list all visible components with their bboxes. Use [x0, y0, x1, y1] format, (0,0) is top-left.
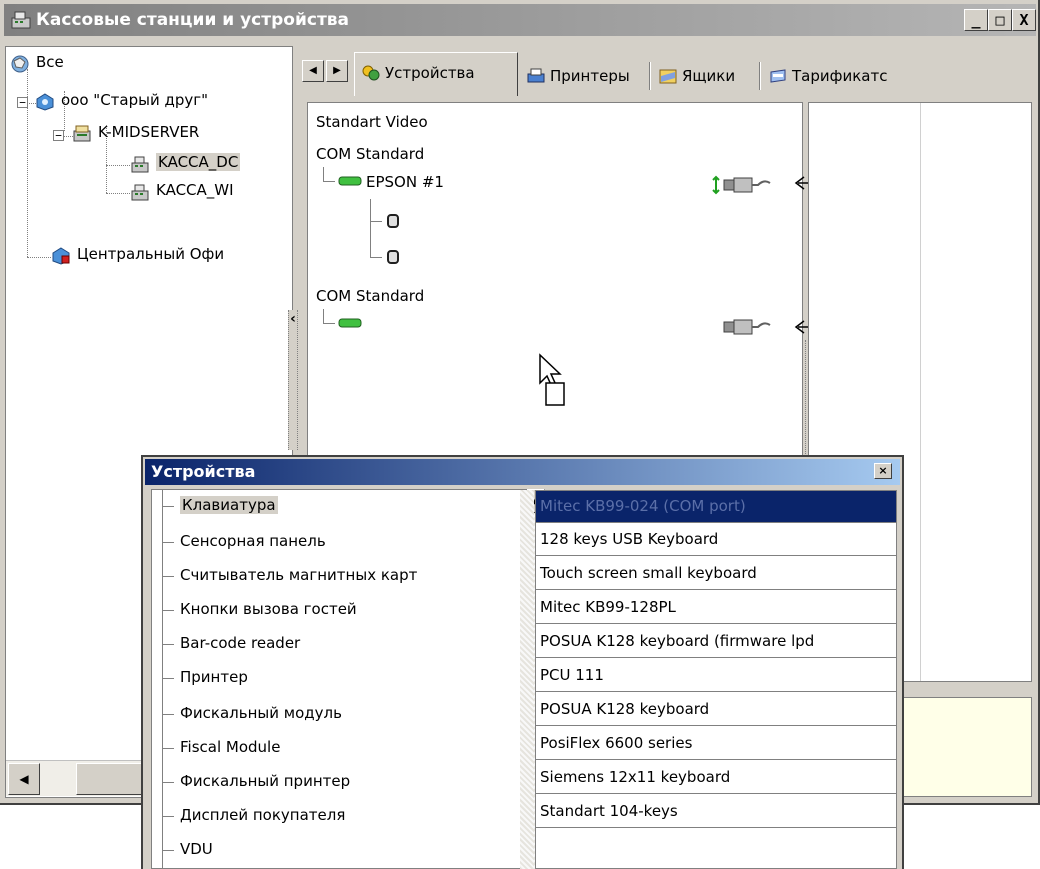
keyboard-model-list[interactable]: Mitec KB99-024 (COM port) 128 keys USB K…: [535, 490, 897, 869]
tree-item-register-2[interactable]: KACCA_WI: [130, 181, 292, 205]
device-line: EPSON #1: [366, 173, 444, 191]
keyboard-item[interactable]: POSUA K128 keyboard (firmware lpd: [536, 626, 896, 658]
tab-label: Устройства: [385, 64, 475, 82]
device-line: Standart Video: [316, 113, 428, 131]
dialog-title: Устройства: [151, 462, 256, 481]
tree-item-label: KACCA_DC: [156, 153, 241, 171]
keyboard-item[interactable]: 128 keys USB Keyboard: [536, 524, 896, 556]
tree-item-company[interactable]: ооо "Старый друг": [35, 91, 292, 113]
tree-item-all[interactable]: Все: [10, 53, 270, 75]
tree-item-label: KACCA_WI: [156, 181, 234, 199]
tab-scroll-right-button[interactable]: ▶: [326, 60, 348, 82]
tree-item-label: Центральный Офи: [77, 245, 225, 263]
server-icon: [73, 125, 91, 142]
cash-register-icon: [11, 11, 31, 29]
dialog-splitter[interactable]: [520, 490, 534, 869]
company-icon: [36, 93, 54, 111]
devices-icon: [362, 65, 380, 81]
keyboard-item[interactable]: Mitec KB99-024 (COM port): [536, 491, 896, 523]
mouse-cursor-icon: [539, 353, 565, 406]
keyboard-item[interactable]: Touch screen small keyboard: [536, 558, 896, 590]
device-category-list[interactable]: Клавиатура Сенсорная панель Считыватель …: [151, 489, 527, 869]
tab-label: Принтеры: [550, 67, 630, 85]
com-port-icon: [338, 318, 362, 328]
com-port-icon: [338, 176, 362, 186]
dialog-close-button[interactable]: ×: [874, 463, 892, 479]
close-button[interactable]: X: [1012, 9, 1036, 31]
keyboard-item[interactable]: PCU 111: [536, 660, 896, 692]
keyboard-item[interactable]: PosiFlex 6600 series: [536, 728, 896, 760]
drawer-slot-icon: [387, 214, 399, 228]
globe-icon: [11, 55, 29, 73]
tab-strip: ◀ ▶ Устройства Принтеры Ящики Тарификатс: [298, 52, 1040, 100]
tab-label: Ящики: [682, 67, 736, 85]
tree-item-server[interactable]: K-MIDSERVER: [72, 123, 292, 145]
left-splitter[interactable]: ‹: [288, 310, 298, 450]
cash-register-icon: [131, 184, 149, 201]
drawer-slot-icon: [387, 250, 399, 264]
tree-item-label: K-MIDSERVER: [98, 123, 200, 141]
minimize-button[interactable]: _: [964, 9, 988, 31]
tab-devices[interactable]: Устройства: [354, 52, 518, 96]
tree-item-central-office[interactable]: Центральный Офи: [51, 245, 292, 269]
tab-label: Тарификатс: [792, 67, 888, 85]
office-icon: [52, 247, 70, 265]
title-bar[interactable]: Кассовые станции и устройства _ □ X: [4, 4, 1036, 36]
tab-tariffs[interactable]: Тарификатс: [762, 56, 1038, 96]
drawer-icon: [659, 69, 677, 84]
tab-scroll-left-button[interactable]: ◀: [302, 60, 324, 82]
printer-icon: [527, 68, 545, 83]
device-line: COM Standard: [316, 145, 425, 163]
collapse-toggle[interactable]: −: [17, 97, 28, 108]
keyboard-item[interactable]: Mitec KB99-128PL: [536, 592, 896, 624]
tab-printers[interactable]: Принтеры: [520, 56, 646, 96]
keyboard-item[interactable]: Standart 104-keys: [536, 796, 896, 828]
tariff-icon: [770, 69, 786, 83]
keyboard-item[interactable]: POSUA K128 keyboard: [536, 694, 896, 726]
keyboard-item-empty: [536, 830, 896, 862]
device-line: COM Standard: [316, 287, 425, 305]
cash-register-icon: [131, 156, 149, 173]
dialog-title-bar[interactable]: Устройства ×: [145, 459, 900, 485]
scroll-left-button[interactable]: ◀: [8, 763, 40, 795]
tree-item-register-1[interactable]: KACCA_DC: [130, 153, 292, 177]
collapse-toggle[interactable]: −: [53, 130, 64, 141]
scroll-thumb[interactable]: [76, 763, 146, 795]
keyboard-item[interactable]: Siemens 12x11 keyboard: [536, 762, 896, 794]
window-title: Кассовые станции и устройства: [36, 10, 350, 30]
tab-drawers[interactable]: Ящики: [652, 56, 756, 96]
tree-item-label: ооо "Старый друг": [61, 91, 209, 109]
maximize-button[interactable]: □: [988, 9, 1012, 31]
tree-item-label: Все: [36, 53, 64, 71]
